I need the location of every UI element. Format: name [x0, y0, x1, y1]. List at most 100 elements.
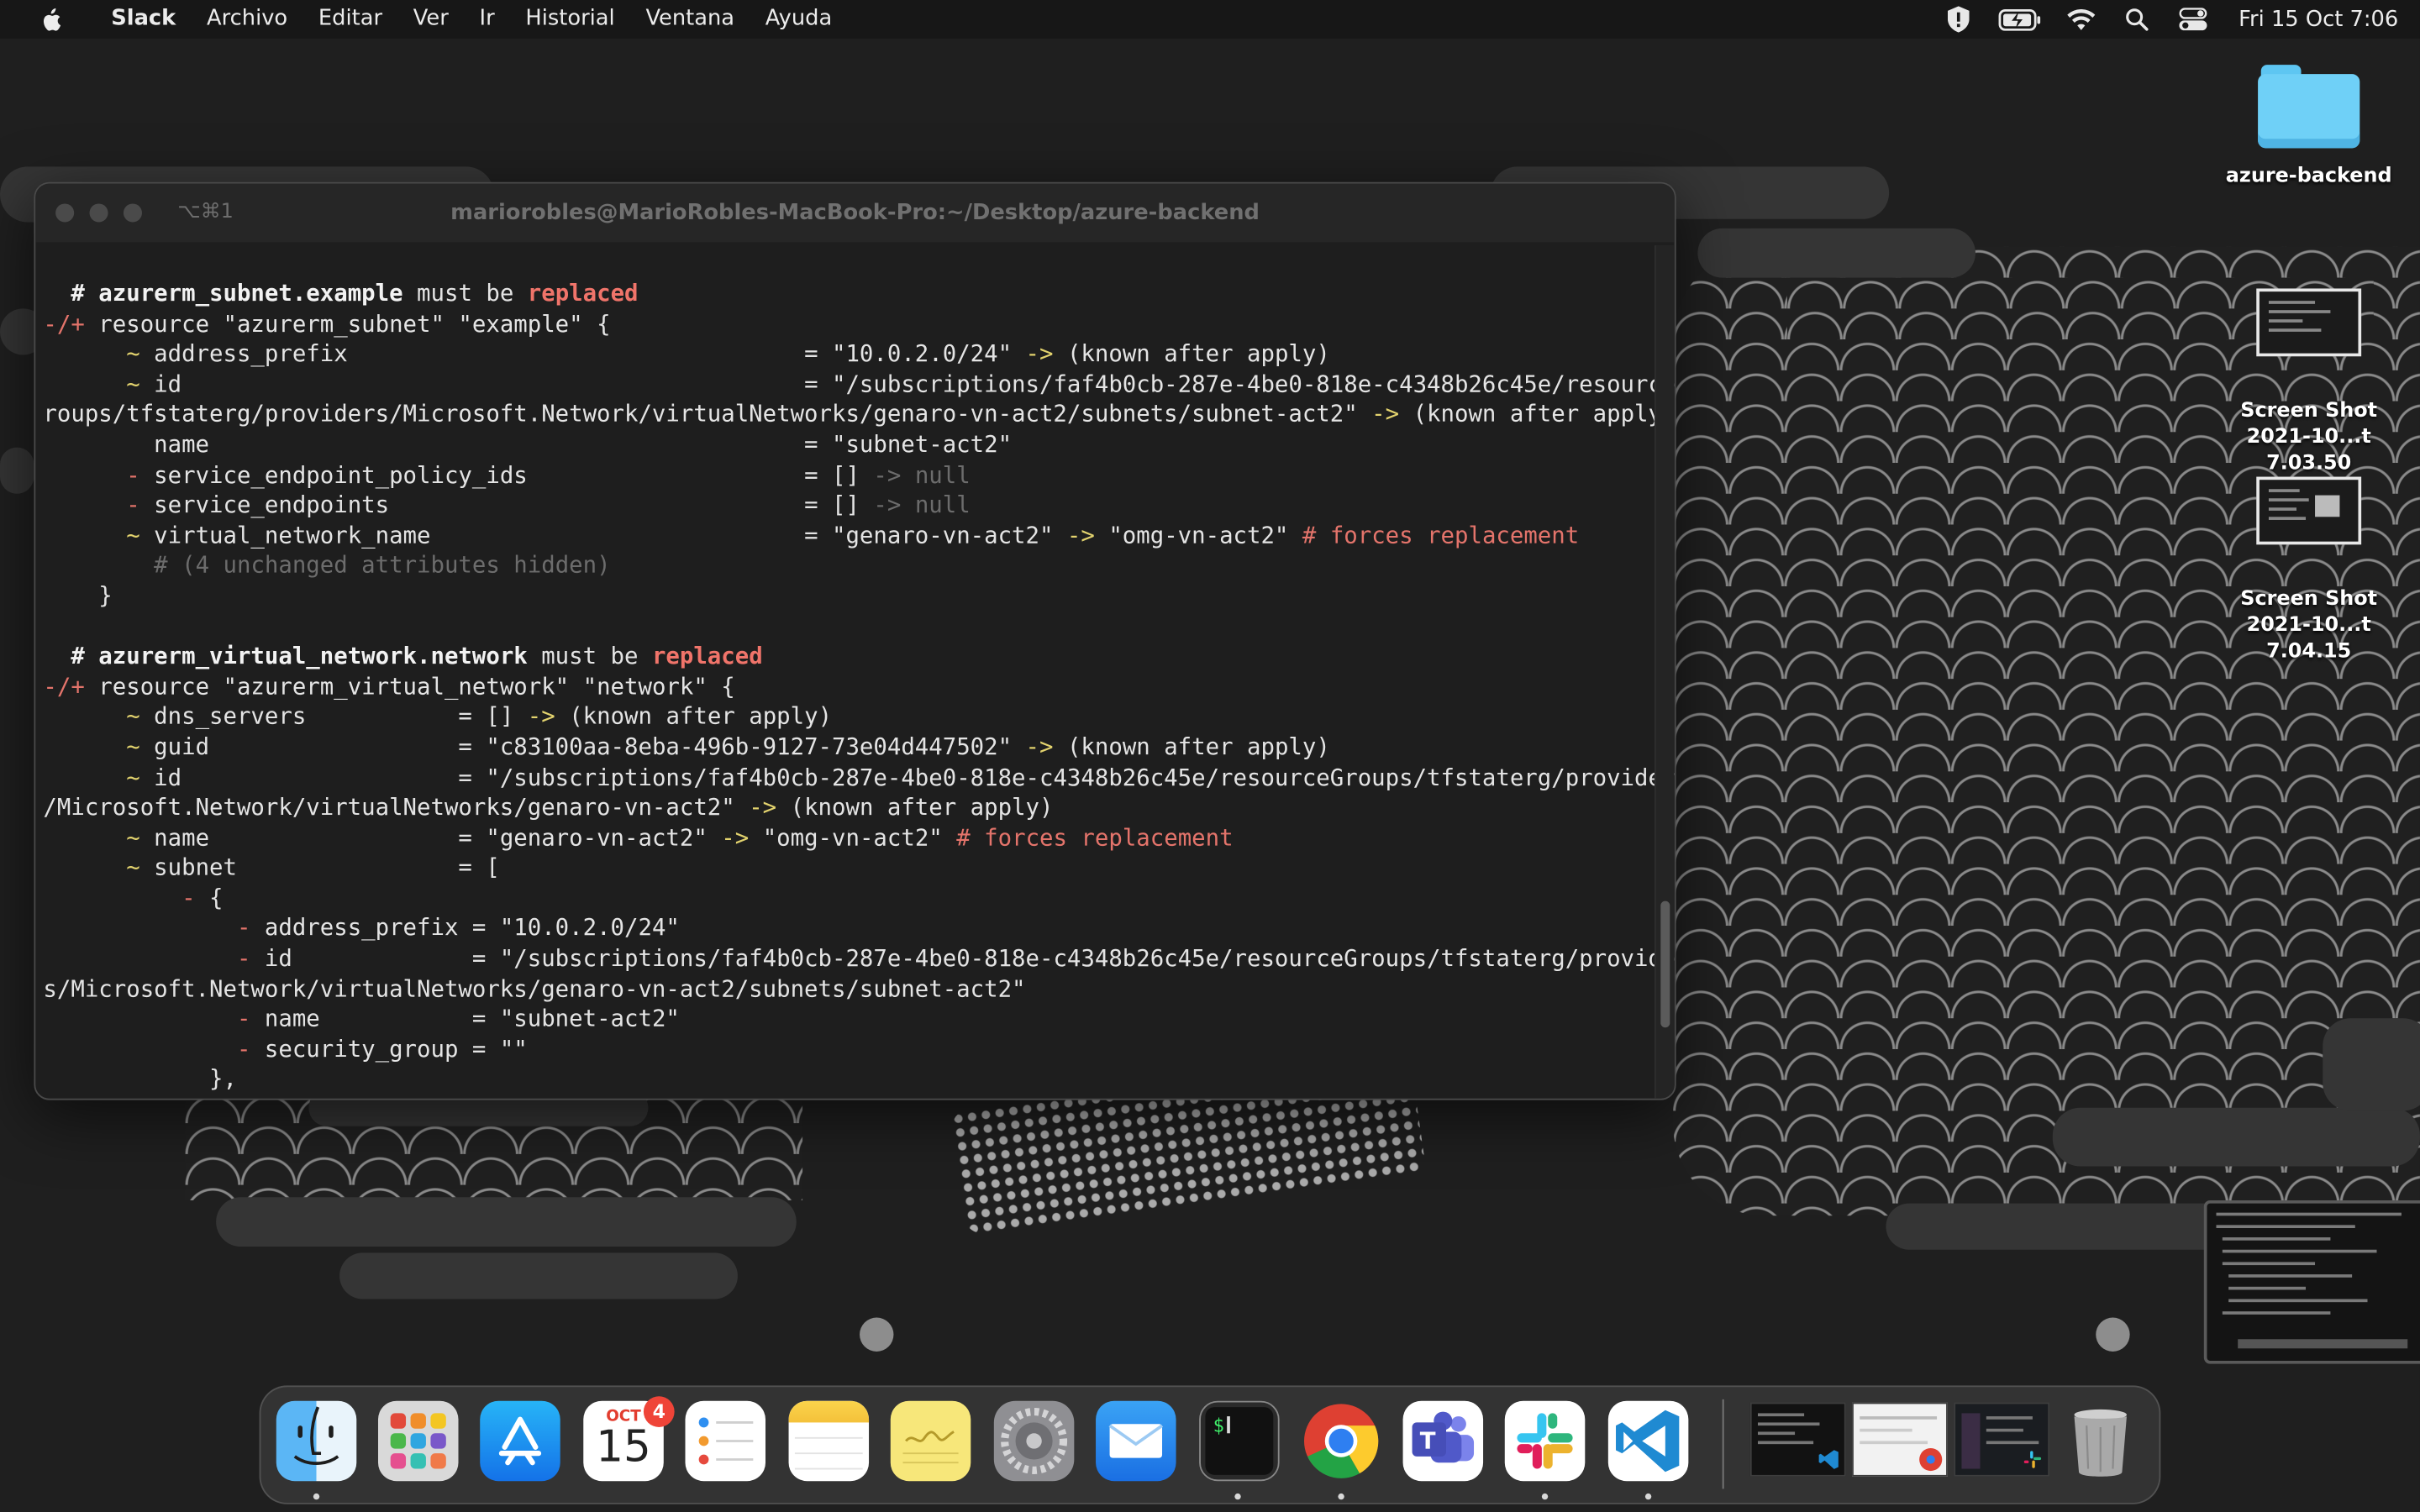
terminal-titlebar[interactable]: ⌥⌘1 mariorobles@MarioRobles-MacBook-Pro:… [35, 183, 1675, 243]
settings-gear-icon[interactable] [993, 1400, 1075, 1482]
terminal-line: -/+ resource "azurerm_virtual_network" "… [43, 672, 1646, 702]
mail-icon[interactable] [1096, 1400, 1176, 1482]
terminal-text: must be [402, 279, 528, 307]
terminal-text: { [195, 884, 224, 912]
menu-editar[interactable]: Editar [303, 0, 398, 39]
running-indicator [1541, 1493, 1549, 1500]
menu-ayuda[interactable]: Ayuda [750, 0, 847, 39]
shield-icon[interactable] [1942, 6, 1973, 33]
trash-icon[interactable] [2060, 1401, 2141, 1482]
terminal-window[interactable]: ⌥⌘1 mariorobles@MarioRobles-MacBook-Pro:… [34, 181, 1676, 1100]
screenshot-preview[interactable] [2203, 1200, 2420, 1364]
control-center-icon[interactable] [2177, 7, 2208, 31]
terminal-line: - { [43, 884, 1646, 914]
terminal-line: ~ dns_servers = [] -> (known after apply… [43, 702, 1646, 732]
finder-icon[interactable] [276, 1400, 357, 1482]
apple-logo-icon[interactable] [34, 7, 67, 31]
terminal-text: - [182, 884, 196, 912]
running-indicator [1644, 1493, 1652, 1500]
terminal-line: roups/tfstaterg/providers/Microsoft.Netw… [43, 400, 1674, 430]
terminal-text: id = "/subscriptions/faf4b0cb-287e-4be0-… [139, 370, 1676, 398]
terminal-text: name = "genaro-vn-act2" [139, 823, 722, 852]
terminal-text: -/+ [43, 309, 85, 338]
vscode-icon [1818, 1450, 1839, 1469]
stickies-icon[interactable] [890, 1400, 971, 1482]
menu-clock[interactable]: Fri 15 Oct 7:06 [2238, 7, 2398, 31]
minimized-window-vscode[interactable] [1749, 1402, 1846, 1477]
menu-ir[interactable]: Ir [464, 0, 510, 39]
terminal-line: - name = "subnet-act2" [43, 1005, 1646, 1035]
terminal-text: -/+ [43, 672, 85, 701]
terminal-text: -> null [873, 460, 971, 489]
terminal-line: -/+ resource "azurerm_subnet" "example" … [43, 309, 1646, 339]
desktop-icon-label: azure-backend [2225, 165, 2392, 189]
menu-app-name[interactable]: Slack [96, 0, 192, 39]
chrome-icon[interactable] [1301, 1401, 1381, 1482]
menu-archivo[interactable]: Archivo [192, 0, 303, 39]
desktop-screenshot-2[interactable]: Screen Shot 2021-10...t 7.04.15 [2201, 450, 2417, 691]
terminal-line: ~ subnet = [ [43, 853, 1646, 884]
running-indicator [1338, 1493, 1344, 1500]
terminal-text: name = "subnet-act2" [43, 430, 1013, 459]
terminal-line: - security_group = "" [43, 1035, 1646, 1065]
wallpaper-cloud [0, 447, 34, 494]
desktop-folder-azure-backend[interactable]: azure-backend [2201, 65, 2417, 190]
terminal-text: -> [1025, 339, 1054, 368]
wallpaper-cloud [2052, 1107, 2420, 1167]
terminal-output[interactable]: # azurerm_subnet.example must be replace… [43, 279, 1675, 1095]
terminal-text: ~ [126, 732, 140, 761]
terminal-text: security_group = "" [250, 1035, 528, 1063]
terminal-icon[interactable]: $ [1199, 1400, 1280, 1482]
terminal-text: ~ [126, 339, 140, 368]
terminal-text: - [236, 1035, 251, 1063]
wifi-icon[interactable] [2065, 7, 2096, 31]
scrollbar-thumb[interactable] [1660, 900, 1670, 1028]
terminal-text: - [236, 914, 251, 942]
terminal-text: ~ [126, 521, 140, 549]
minimized-window-slack[interactable] [1954, 1402, 2050, 1477]
terminal-text: address_prefix = "10.0.2.0/24" [139, 339, 1026, 368]
terminal-line: - id = "/subscriptions/faf4b0cb-287e-4be… [43, 944, 1675, 974]
terminal-text: replaced [527, 279, 639, 307]
terminal-line: - service_endpoint_policy_ids = [] -> nu… [43, 460, 1646, 491]
wallpaper-cloud [2323, 1018, 2420, 1111]
terminal-text: }, [43, 1065, 237, 1094]
battery-icon[interactable] [1997, 7, 2041, 31]
minimized-window-chrome[interactable] [1852, 1402, 1948, 1477]
menu-ver[interactable]: Ver [397, 0, 464, 39]
search-icon[interactable] [2122, 7, 2153, 31]
terminal-text: /Microsoft.Network/virtualNetworks/genar… [43, 793, 750, 822]
notes-icon[interactable] [788, 1400, 870, 1482]
wallpaper-cloud [1697, 228, 1975, 278]
terminal-text: guid = "c83100aa-8eba-496b-9127-73e04d44… [139, 732, 1026, 761]
terminal-text: subnet = [ [139, 853, 500, 882]
menu-historial[interactable]: Historial [510, 0, 630, 39]
menu-ventana[interactable]: Ventana [630, 0, 750, 39]
wallpaper-cloud [339, 1252, 738, 1299]
terminal-text: address_prefix = "10.0.2.0/24" [250, 914, 680, 942]
slack-icon[interactable] [1504, 1400, 1586, 1482]
terminal-text: # forces replacement [1302, 521, 1580, 549]
teams-icon[interactable]: T [1402, 1400, 1484, 1482]
reminders-icon[interactable] [685, 1400, 766, 1482]
launchpad-icon[interactable] [377, 1400, 459, 1482]
terminal-text: ~ [126, 702, 140, 731]
window-title: mariorobles@MarioRobles-MacBook-Pro:~/De… [450, 200, 1260, 226]
terminal-text: # azurerm_virtual_network.network [71, 642, 528, 670]
terminal-text: ~ [126, 763, 140, 791]
screenshot-thumbnail-icon [2256, 476, 2362, 545]
dock: OCT 15 4 $ T [259, 1385, 2161, 1504]
vscode-icon[interactable] [1607, 1400, 1689, 1482]
terminal-text: - [236, 1005, 251, 1033]
app-store-icon[interactable] [480, 1400, 560, 1482]
